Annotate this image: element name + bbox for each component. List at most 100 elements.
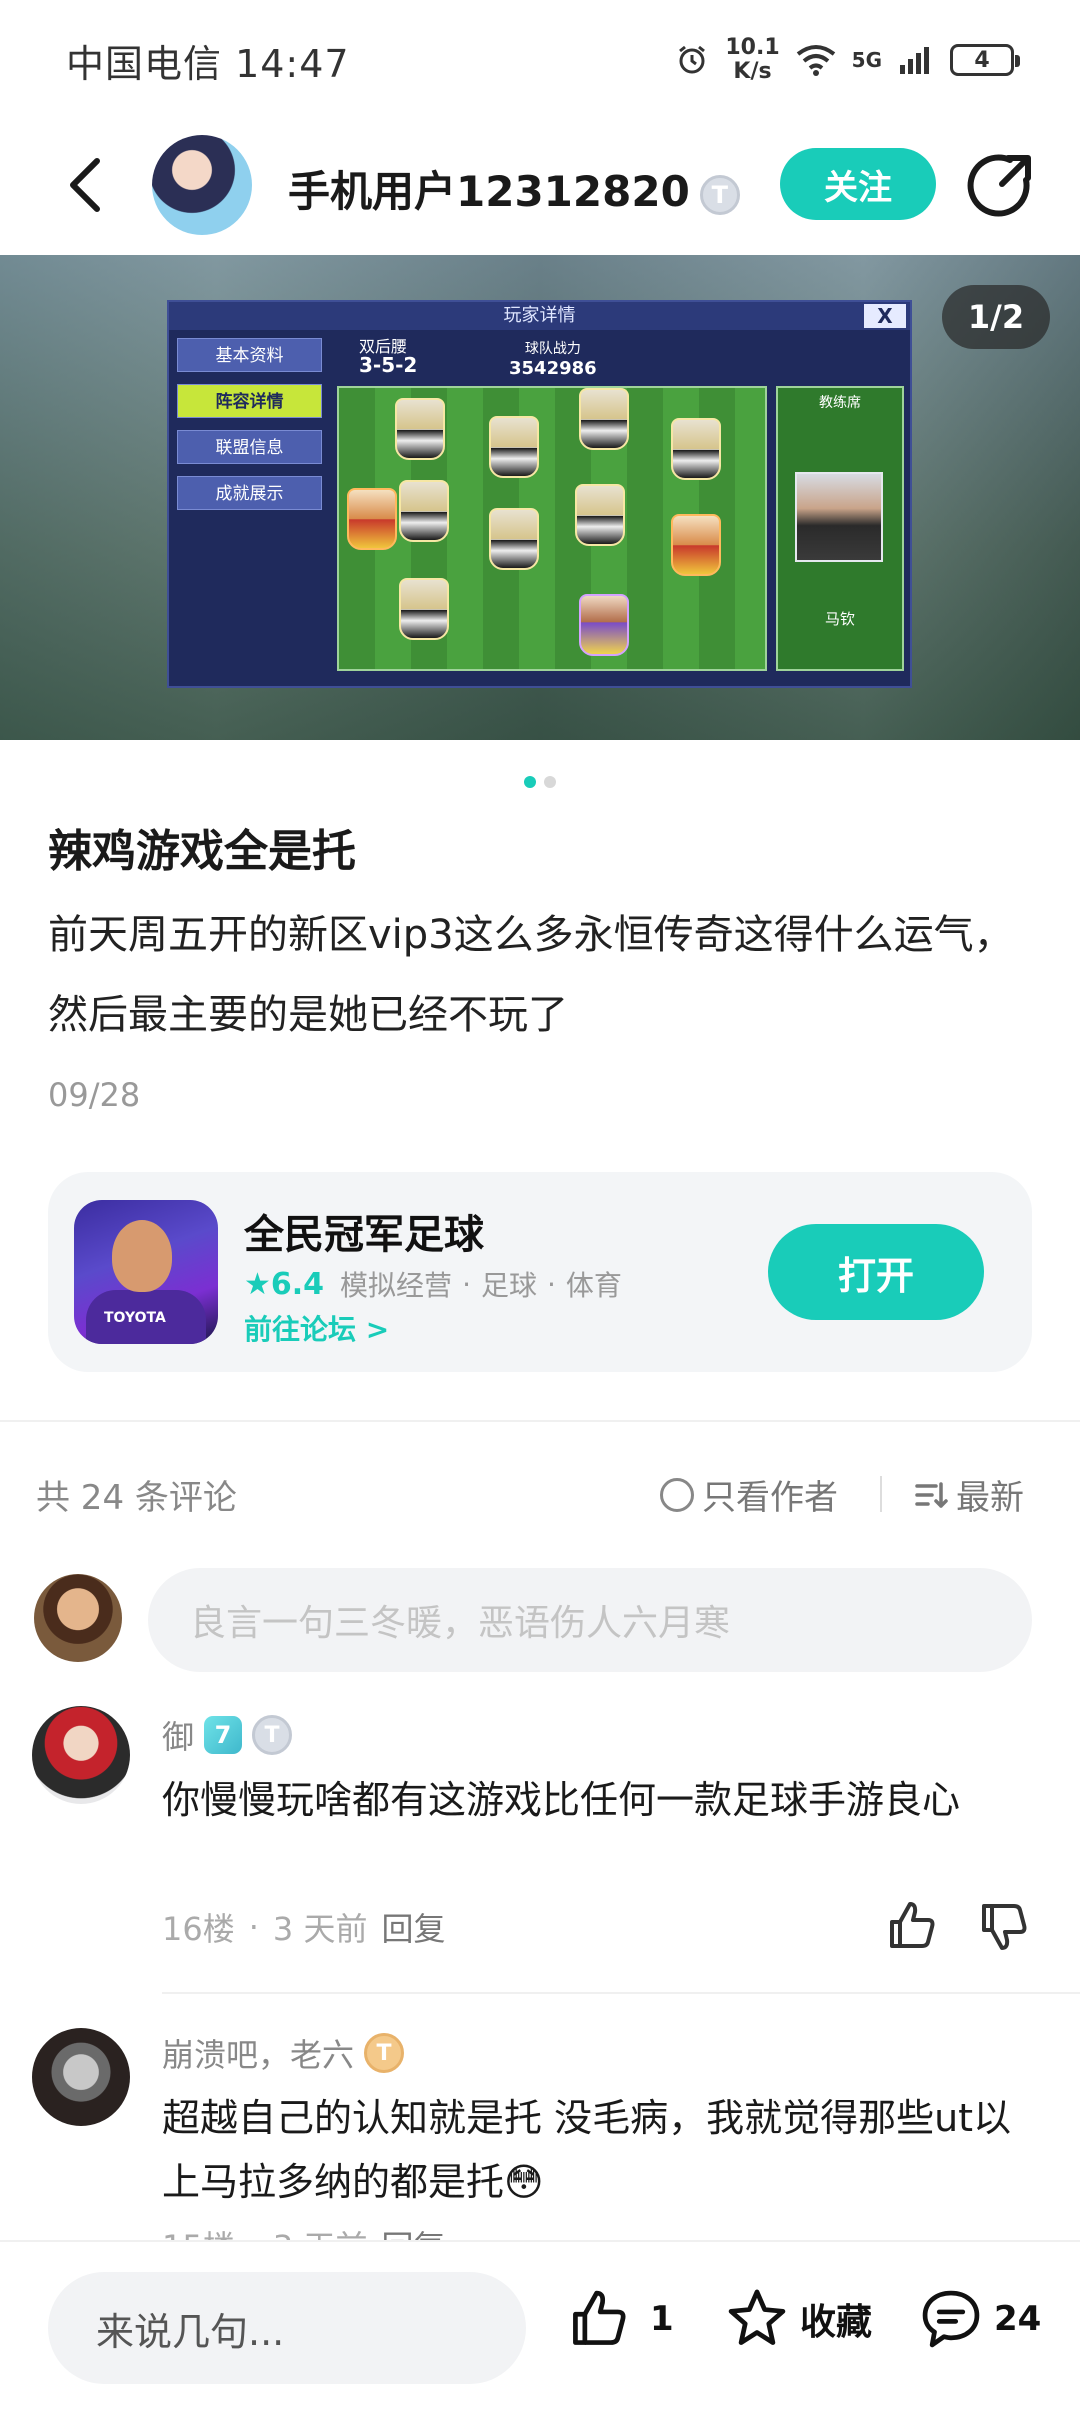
app-meta: ★6.4 模拟经营 · 足球 · 体育 [244, 1264, 622, 1304]
bottom-comment-input[interactable]: 来说几句... [48, 2272, 526, 2384]
commenter-avatar[interactable] [32, 1706, 130, 1804]
commenter-avatar[interactable] [32, 2028, 130, 2126]
menu-basic-info: 基本资料 [177, 338, 322, 372]
power-value: 3542986 [509, 358, 597, 379]
page-indicator: 1/2 [942, 285, 1050, 349]
comment-count-button[interactable]: 24 [918, 2286, 1041, 2352]
app-rating: ★6.4 [244, 1266, 325, 1302]
tag-separator: · [546, 1267, 556, 1301]
meta-dot: · [248, 1908, 259, 1946]
share-button[interactable] [966, 150, 1036, 220]
post-header: 手机用户12312820 T 关注 [0, 120, 1080, 255]
player-card [395, 398, 445, 460]
player-card [489, 416, 539, 478]
sort-icon [915, 1481, 948, 1508]
alarm-icon [679, 45, 706, 74]
section-divider [0, 1420, 1080, 1422]
t-badge-icon: T [252, 1715, 293, 1755]
app-tag: 足球 [480, 1269, 537, 1302]
t-badge-icon: T [364, 2033, 405, 2073]
power-label: 球队战力 [524, 341, 581, 357]
favorite-button[interactable]: 收藏 [724, 2286, 872, 2352]
sort-label: 最新 [956, 1478, 1024, 1518]
sort-button[interactable]: 最新 [914, 1470, 1024, 1519]
comment-input[interactable]: 良言一句三冬暖，恶语伤人六月寒 [148, 1568, 1032, 1672]
commenter-name-row: 崩溃吧，老六 T [162, 2030, 405, 2076]
author-username-row[interactable]: 手机用户12312820 T [288, 158, 740, 219]
formation-value: 3-5-2 [359, 353, 418, 377]
carousel-dots [0, 776, 1080, 788]
formation-info: 双后腰 3-5-2 [359, 338, 418, 377]
comment-item: 崩溃吧，老六 T 超越自己的认知就是托 没毛病，我就觉得那些ut以上马拉多纳的都… [0, 2024, 1080, 2244]
my-avatar [34, 1574, 122, 1662]
player-card [489, 508, 539, 570]
open-app-button[interactable]: 打开 [768, 1224, 984, 1320]
commenter-name[interactable]: 崩溃吧，老六 [162, 2030, 354, 2076]
bottom-action-bar: 来说几句... 1 收藏 24 [0, 2240, 1080, 2412]
author-avatar[interactable] [152, 135, 252, 235]
comment-count: 24 [994, 2299, 1042, 2339]
comments-count: 共 24 条评论 [36, 1478, 237, 1518]
panel-close-icon: X [864, 304, 906, 328]
author-username: 手机用户12312820 [288, 167, 690, 216]
wifi-icon [796, 45, 835, 76]
menu-achievements: 成就展示 [177, 476, 322, 510]
player-card [399, 578, 449, 640]
post-date: 09/28 [48, 1076, 141, 1114]
bench-label: 教练席 [819, 395, 861, 411]
app-tag: 体育 [565, 1269, 622, 1302]
signal-icon [900, 47, 929, 74]
player-card [579, 594, 629, 656]
forum-link[interactable]: 前往论坛 > [244, 1308, 389, 1348]
radio-icon [660, 1477, 694, 1512]
game-screenshot: 玩家详情 X 基本资料 阵容详情 联盟信息 成就展示 双后腰 3-5-2 球队战… [167, 300, 912, 688]
speed-unit: K/s [733, 59, 772, 84]
app-name: 全民冠军足球 [244, 1212, 484, 1258]
commenter-name-row: 御 7 T [162, 1712, 293, 1758]
app-tag: 模拟经营 [340, 1269, 453, 1302]
comment-item: 御 7 T 你慢慢玩啥都有这游戏比任何一款足球手游良心 16楼 · 3 天前 回… [0, 1706, 1080, 1994]
app-icon-face [112, 1220, 172, 1292]
player-card [671, 418, 721, 480]
player-card [579, 388, 629, 450]
status-bar: 中国电信 14:47 10.1 K/s 5G 4 [0, 0, 1080, 120]
comment-time: 3 天前 [272, 1910, 368, 1948]
carousel-dot[interactable] [544, 776, 556, 788]
carrier-time: 中国电信 14:47 [66, 41, 350, 86]
coach-name: 马钦 [824, 610, 855, 628]
like-button[interactable] [884, 1898, 940, 1954]
player-card [671, 514, 721, 576]
only-author-label: 只看作者 [702, 1478, 838, 1518]
commenter-name[interactable]: 御 [162, 1712, 194, 1758]
reply-button[interactable]: 回复 [381, 1904, 445, 1950]
comment-floor: 16楼 [162, 1910, 235, 1948]
battery-indicator: 4 [950, 44, 1020, 76]
app-icon-text: TOYOTA [104, 1310, 166, 1326]
football-pitch [337, 386, 767, 671]
network-type: 5G [851, 48, 882, 72]
follow-button[interactable]: 关注 [780, 148, 936, 220]
post-image-carousel[interactable]: 玩家详情 X 基本资料 阵容详情 联盟信息 成就展示 双后腰 3-5-2 球队战… [0, 255, 1080, 740]
post-body: 前天周五开的新区vip3这么多永恒传奇这得什么运气，然后最主要的是她已经不玩了 [48, 912, 1014, 1038]
player-card [575, 484, 625, 546]
back-button[interactable] [50, 150, 120, 220]
post-title: 辣鸡游戏全是托 [48, 826, 356, 877]
status-icons: 10.1 K/s 5G 4 [675, 36, 1020, 84]
carousel-dot-active[interactable] [524, 776, 536, 788]
only-author-toggle[interactable]: 只看作者 [660, 1470, 838, 1519]
post-like-button[interactable]: 1 [566, 2286, 674, 2352]
app-icon[interactable]: TOYOTA [74, 1200, 218, 1344]
panel-title: 玩家详情 [169, 302, 910, 330]
back-arrow-icon [70, 158, 100, 212]
dislike-button[interactable] [976, 1898, 1032, 1954]
app-card[interactable]: TOYOTA 全民冠军足球 ★6.4 模拟经营 · 足球 · 体育 前往论坛 >… [48, 1172, 1032, 1372]
network-speed: 10.1 K/s [725, 36, 779, 84]
player-card [347, 488, 397, 550]
comment-divider [162, 1992, 1080, 1994]
share-icon [967, 154, 1031, 217]
favorite-label: 收藏 [800, 2302, 873, 2343]
team-power: 球队战力 3542986 [509, 338, 597, 379]
comment-text: 你慢慢玩啥都有这游戏比任何一款足球手游良心 [162, 1778, 961, 1822]
star-icon [728, 2289, 786, 2345]
like-count: 1 [650, 2299, 674, 2339]
